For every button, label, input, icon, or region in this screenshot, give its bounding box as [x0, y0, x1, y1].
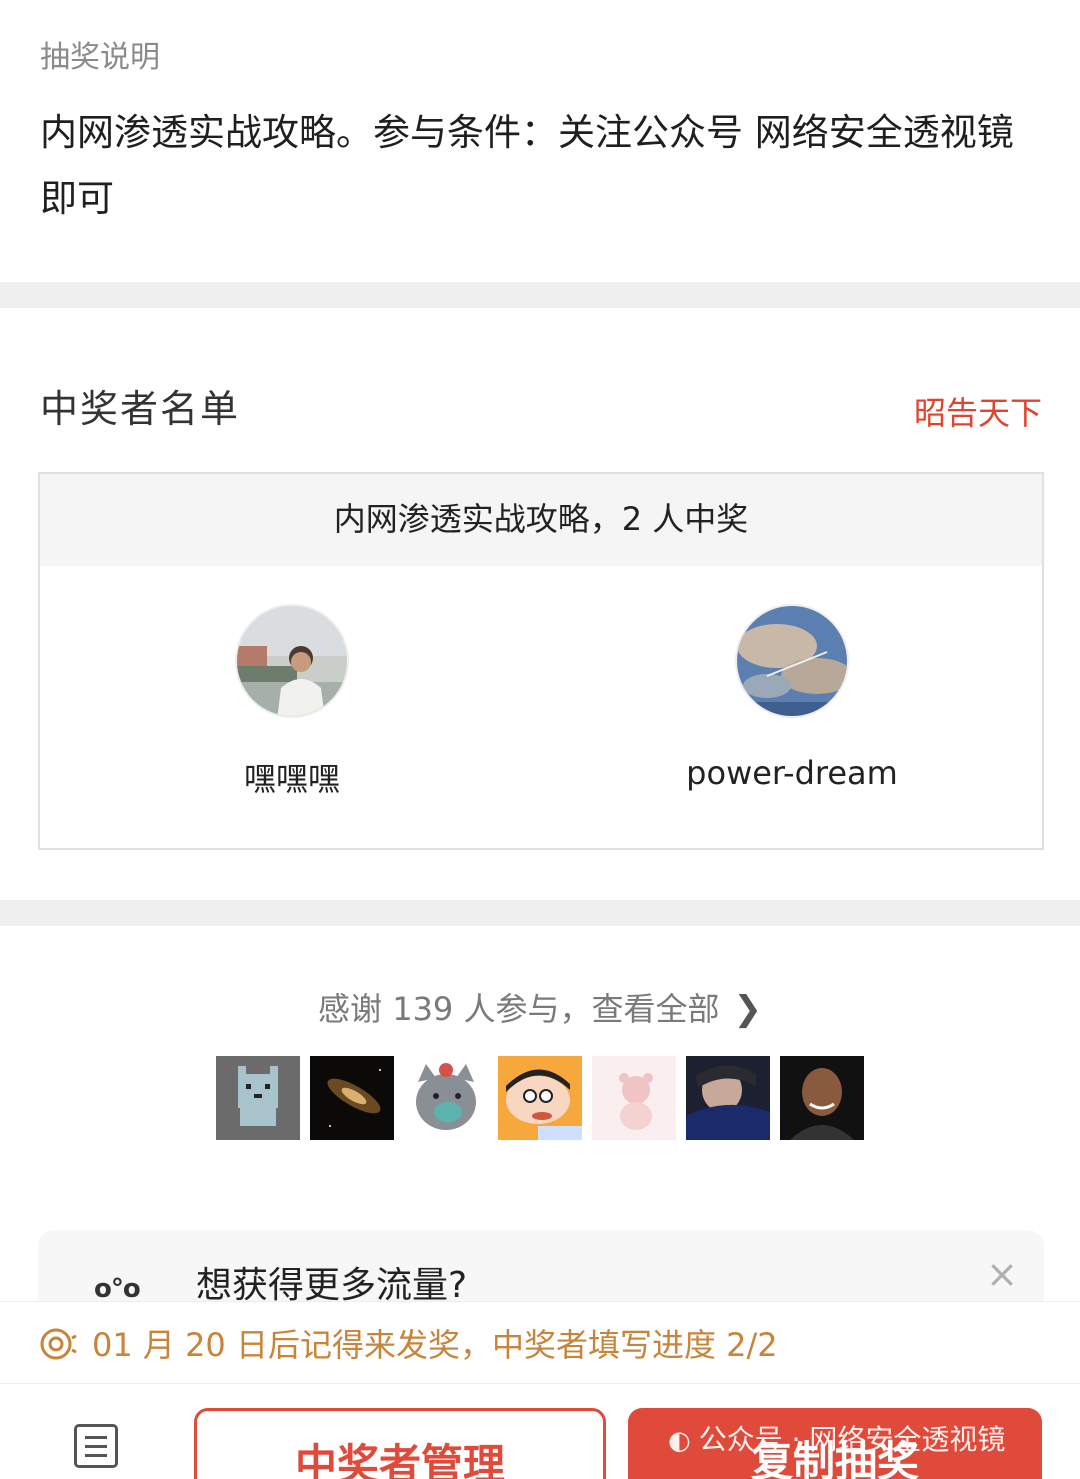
cartoon-boy-avatar[interactable]: [498, 1056, 582, 1140]
description-label: 抽奖说明: [40, 40, 160, 75]
galaxy-avatar[interactable]: [310, 1056, 394, 1140]
description-text: 内网渗透实战攻略。参与条件：关注公众号 网络安全透视镜 即可: [40, 111, 1014, 220]
copy-lottery-button[interactable]: 复制抽奖: [628, 1408, 1042, 1479]
section-divider: [0, 900, 1080, 926]
pixel-cat-avatar[interactable]: [216, 1056, 300, 1140]
winner-box: 内网渗透实战攻略，2 人中奖 嘿嘿嘿 power-dream: [38, 472, 1044, 850]
lottery-result-page: 抽奖说明 内网渗透实战攻略。参与条件：关注公众号 网络安全透视镜 即可 中奖者名…: [0, 0, 1080, 1479]
winners-title: 中奖者名单: [40, 387, 241, 431]
announce-link[interactable]: 昭告天下: [914, 388, 1042, 434]
bald-man-avatar[interactable]: [780, 1056, 864, 1140]
close-icon[interactable]: ×: [986, 1252, 1018, 1296]
winner-name: 嘿嘿嘿: [243, 760, 340, 798]
list-icon[interactable]: [74, 1424, 118, 1468]
winner-box-header: 内网渗透实战攻略，2 人中奖: [40, 474, 1042, 566]
award-notice-bar: 01 月 20 日后记得来发奖，中奖者填写进度 2/2: [0, 1301, 1080, 1383]
people-dots-icon: o°o: [94, 1274, 141, 1304]
winner-item[interactable]: power-dream: [642, 604, 942, 792]
avatar: [235, 604, 349, 718]
winner-name: power-dream: [686, 754, 898, 792]
prize-clock-icon: [38, 1324, 78, 1362]
pink-bear-avatar[interactable]: [592, 1056, 676, 1140]
section-divider: [0, 282, 1080, 308]
winner-item[interactable]: 嘿嘿嘿: [142, 604, 442, 800]
dark-portrait-avatar[interactable]: [686, 1056, 770, 1140]
view-all-participants-link[interactable]: 感谢 139 人参与，查看全部 ❯: [0, 984, 1080, 1030]
lottery-description-section: 抽奖说明 内网渗透实战攻略。参与条件：关注公众号 网络安全透视镜 即可: [0, 0, 1080, 282]
winners-section: 中奖者名单 昭告天下 内网渗透实战攻略，2 人中奖 嘿嘿嘿 power-drea…: [0, 308, 1080, 900]
participant-avatars[interactable]: [216, 1056, 866, 1142]
thanks-text: 感谢 139 人参与，查看全部: [318, 990, 720, 1028]
award-notice-text: 01 月 20 日后记得来发奖，中奖者填写进度 2/2: [92, 1326, 778, 1364]
bottom-action-bar: 中奖者管理 复制抽奖: [0, 1383, 1080, 1479]
winner-manage-button[interactable]: 中奖者管理: [194, 1408, 606, 1479]
masked-cat-avatar[interactable]: [404, 1056, 488, 1140]
participants-section: 感谢 139 人参与，查看全部 ❯ o°o 想获得更多流量? ×: [0, 926, 1080, 1340]
chevron-right-icon: ❯: [733, 989, 762, 1029]
avatar: [735, 604, 849, 718]
